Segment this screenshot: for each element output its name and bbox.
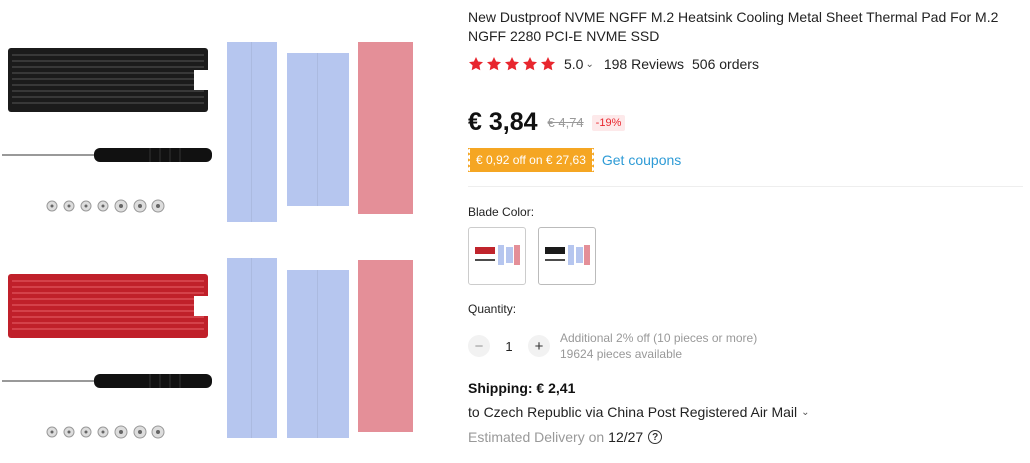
swatch-black[interactable] (538, 227, 596, 285)
chevron-down-icon[interactable]: ⌄ (585, 59, 593, 70)
increase-quantity-button[interactable]: + (528, 335, 550, 357)
screws-icon (46, 199, 165, 213)
coupon-row: € 0,92 off on € 27,63 Get coupons (466, 148, 681, 172)
rating-score[interactable]: 5.0 (564, 56, 583, 72)
swatch-red[interactable] (468, 227, 526, 285)
shipping-destination[interactable]: to Czech Republic via China Post Registe… (468, 404, 797, 420)
chevron-down-icon[interactable]: ⌄ (801, 407, 809, 418)
shipping-destination-selector[interactable]: to Czech Republic via China Post Registe… (468, 404, 810, 420)
product-image[interactable] (0, 0, 440, 463)
discount-badge: -19% (591, 114, 626, 131)
star-icon (469, 57, 483, 71)
pink-thermal-pad (358, 260, 413, 432)
shipping-price: Shipping: € 2,41 (468, 380, 576, 396)
color-swatches (468, 227, 596, 285)
red-heatsink (8, 274, 208, 338)
black-variant-image (0, 0, 440, 222)
blue-thermal-pad (227, 258, 277, 438)
star-icon (505, 57, 519, 71)
quantity-stepper: − 1 + Additional 2% off (10 pieces or mo… (468, 330, 757, 362)
original-price: € 4,74 (547, 115, 584, 130)
estimated-delivery: Estimated Delivery on 12/27 ? (468, 429, 663, 445)
delivery-label: Estimated Delivery on (468, 429, 605, 445)
price-row: € 3,84 € 4,74 -19% (468, 108, 626, 137)
decrease-quantity-button[interactable]: − (468, 335, 490, 357)
quantity-label: Quantity: (468, 302, 517, 316)
coupon-badge[interactable]: € 0,92 off on € 27,63 (466, 148, 594, 172)
divider (468, 186, 1023, 187)
pink-thermal-pad (358, 42, 413, 214)
red-variant-image (0, 226, 440, 446)
star-icon (487, 57, 501, 71)
blue-thermal-pad (287, 53, 349, 206)
bulk-discount-note: Additional 2% off (10 pieces or more) (560, 331, 758, 345)
blue-thermal-pad (287, 270, 349, 438)
stock-available: 19624 pieces available (560, 347, 683, 361)
product-title: New Dustproof NVME NGFF M.2 Heatsink Coo… (468, 9, 999, 44)
rating-row: 5.0 ⌄ 198 Reviews 506 orders (468, 55, 759, 73)
delivery-date: 12/27 (608, 429, 644, 445)
screwdriver-icon (2, 374, 212, 388)
get-coupons-link[interactable]: Get coupons (602, 152, 681, 168)
screwdriver-icon (2, 148, 212, 162)
star-icon (523, 57, 537, 71)
screws-icon (46, 425, 165, 439)
current-price: € 3,84 (468, 108, 538, 136)
black-heatsink (8, 48, 208, 112)
star-icon (541, 57, 555, 71)
blade-color-label: Blade Color: (468, 205, 535, 219)
blue-thermal-pad (227, 42, 277, 222)
reviews-link[interactable]: 198 Reviews (604, 56, 684, 72)
help-icon[interactable]: ? (648, 430, 663, 444)
rating-stars[interactable] (468, 56, 556, 72)
quantity-notes: Additional 2% off (10 pieces or more) 19… (560, 330, 757, 362)
quantity-input[interactable]: 1 (490, 339, 528, 354)
orders-count: 506 orders (692, 56, 759, 72)
